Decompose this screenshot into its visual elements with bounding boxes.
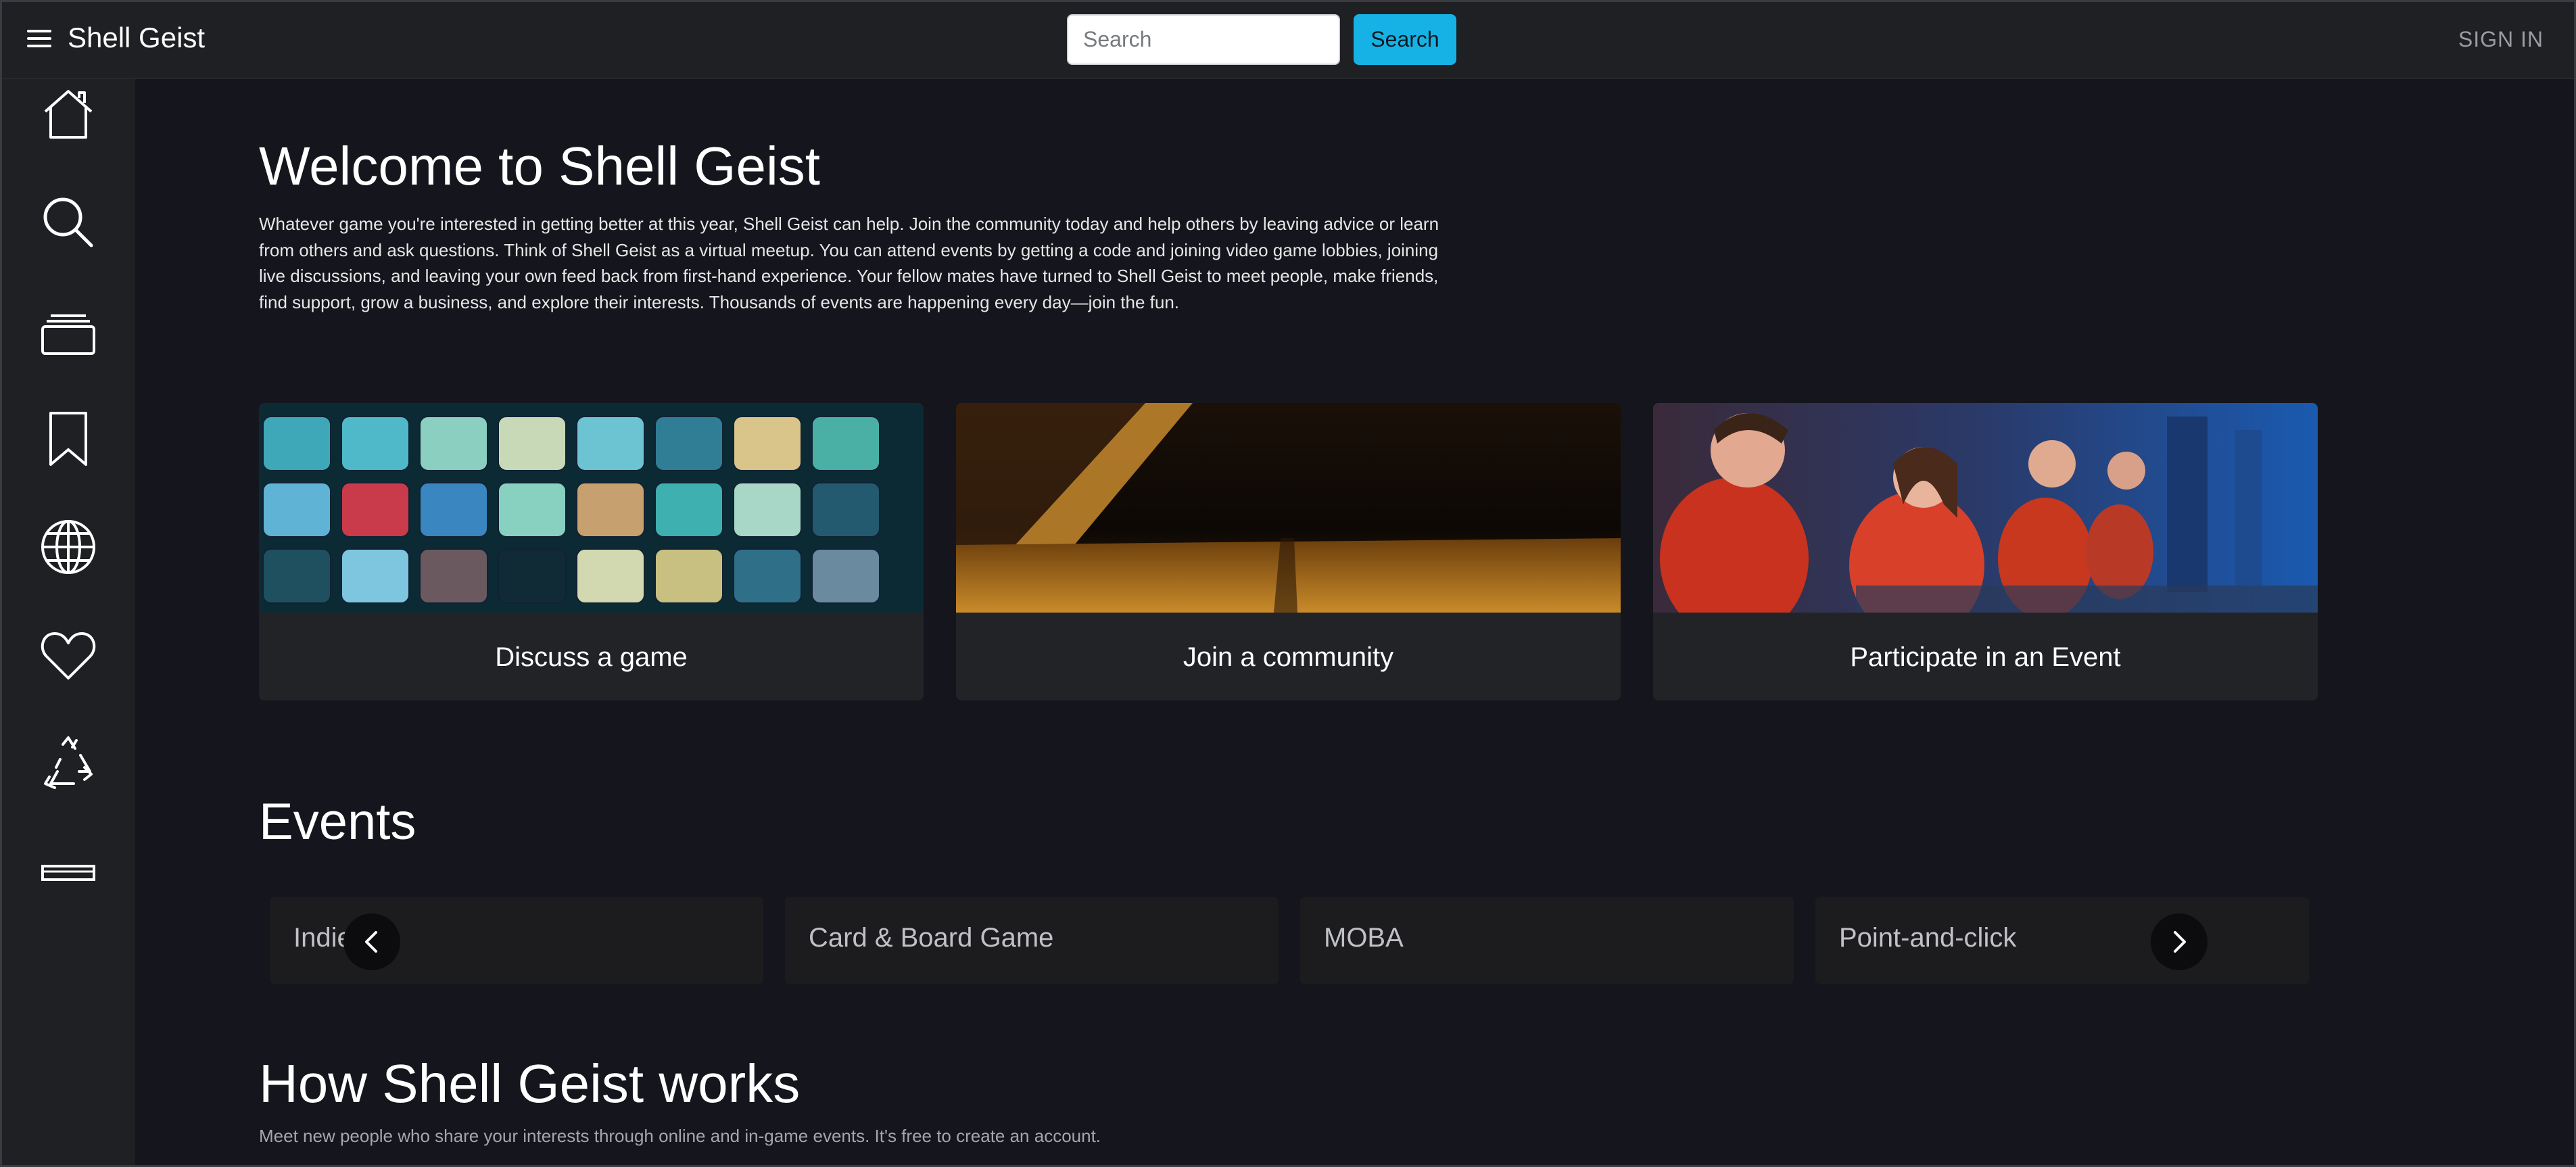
card-label: Join a community bbox=[1183, 642, 1394, 672]
search-input[interactable] bbox=[1067, 14, 1340, 65]
brand-name[interactable]: Shell Geist bbox=[68, 22, 205, 54]
search-icon[interactable] bbox=[37, 191, 99, 254]
library-icon[interactable] bbox=[37, 300, 99, 362]
globe-icon[interactable] bbox=[37, 516, 99, 578]
sign-in-link[interactable]: SIGN IN bbox=[2458, 27, 2544, 52]
search-button[interactable]: Search bbox=[1354, 14, 1456, 65]
event-label: MOBA bbox=[1324, 923, 1404, 953]
chevron-right-icon bbox=[2174, 931, 2186, 953]
how-it-works-text: Meet new people who share your interests… bbox=[259, 1126, 1101, 1146]
card-participate-event[interactable]: Participate in an Event bbox=[1653, 403, 2318, 700]
retro-games-image bbox=[259, 403, 924, 613]
recycle-icon[interactable] bbox=[37, 732, 99, 794]
bar-icon[interactable] bbox=[37, 840, 99, 903]
event-tile-card-board[interactable]: Card & Board Game bbox=[785, 897, 1279, 984]
page-title: Welcome to Shell Geist bbox=[259, 136, 820, 196]
light-beam-image bbox=[956, 403, 1621, 613]
how-it-works-heading: How Shell Geist works bbox=[259, 1053, 801, 1114]
home-icon[interactable] bbox=[37, 83, 99, 145]
event-label: Card & Board Game bbox=[809, 923, 1054, 953]
hamburger-menu-icon[interactable] bbox=[27, 27, 53, 50]
carousel-prev-button[interactable] bbox=[343, 913, 400, 970]
event-tile-moba[interactable]: MOBA bbox=[1300, 897, 1794, 984]
events-heading: Events bbox=[259, 793, 416, 851]
esports-players-image bbox=[1653, 403, 2318, 613]
heart-icon[interactable] bbox=[37, 624, 99, 686]
sidebar bbox=[0, 79, 135, 1167]
intro-text: Whatever game you're interested in getti… bbox=[259, 214, 1439, 312]
bookmark-icon[interactable] bbox=[37, 408, 99, 470]
event-label: Point-and-click bbox=[1839, 923, 2017, 953]
card-join-community[interactable]: Join a community bbox=[956, 403, 1621, 700]
top-navbar: Shell Geist Search SIGN IN bbox=[0, 0, 2576, 79]
card-label: Participate in an Event bbox=[1850, 642, 2121, 672]
main-content: Welcome to Shell Geist Whatever game you… bbox=[135, 79, 2576, 1167]
carousel-next-button[interactable] bbox=[2151, 913, 2208, 970]
event-tile-point-and-click[interactable]: Point-and-click bbox=[1815, 897, 2309, 984]
card-discuss-game[interactable]: Discuss a game bbox=[259, 403, 924, 700]
chevron-left-icon bbox=[365, 931, 377, 953]
card-label: Discuss a game bbox=[495, 642, 688, 672]
